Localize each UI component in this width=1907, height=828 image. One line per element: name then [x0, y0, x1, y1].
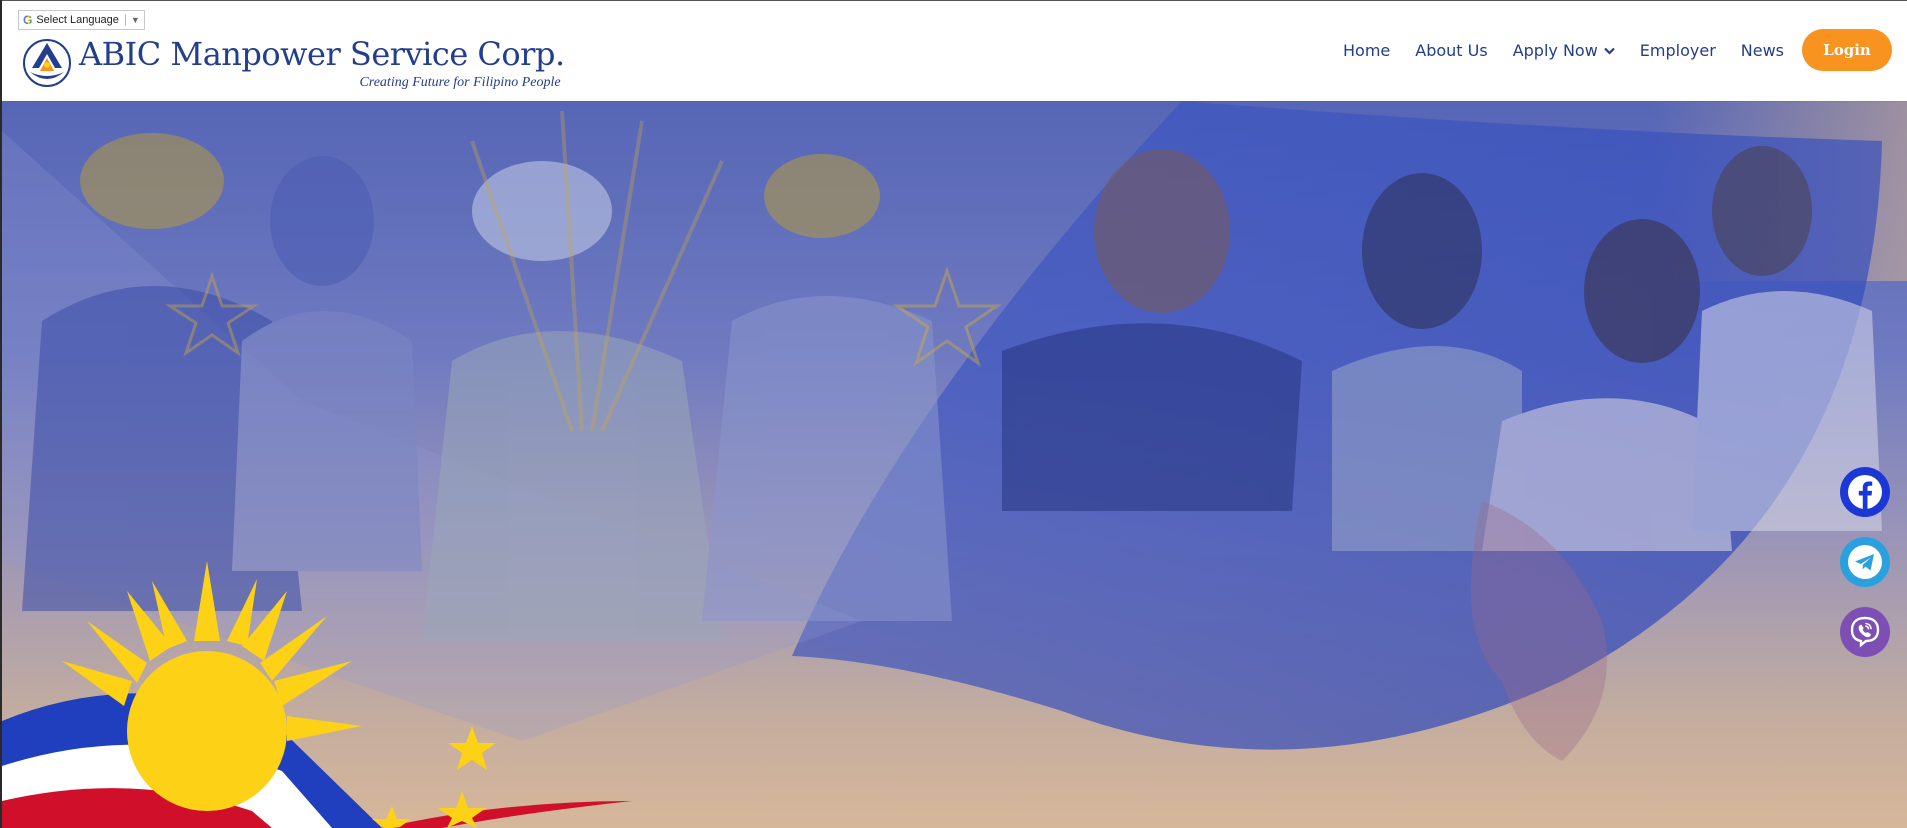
language-selector-divider: [124, 14, 126, 26]
telegram-icon: [1840, 537, 1890, 587]
facebook-icon: [1840, 467, 1890, 517]
nav-news[interactable]: News: [1741, 41, 1784, 60]
hero-banner: [2, 101, 1907, 828]
window-left-border: [0, 0, 2, 828]
brand-tagline: Creating Future for Filipino People: [359, 75, 561, 90]
hero-illustration: [2, 101, 1907, 828]
brand-name: ABIC Manpower Service Corp.: [79, 35, 565, 73]
google-g-icon: G: [23, 13, 33, 27]
brand-link[interactable]: ABIC Manpower Service Corp. Creating Fut…: [22, 35, 565, 91]
login-button[interactable]: Login: [1802, 29, 1892, 71]
telegram-button[interactable]: [1840, 537, 1890, 587]
main-nav: Home About Us Apply Now Employer News: [1343, 30, 1809, 70]
language-selector-label: Select Language: [36, 14, 119, 26]
nav-apply-now[interactable]: Apply Now: [1513, 41, 1615, 60]
nav-about-us[interactable]: About Us: [1415, 41, 1487, 60]
language-selector[interactable]: G Select Language ▼: [18, 10, 145, 30]
chevron-down-icon: ▼: [130, 15, 140, 25]
nav-news-label: News: [1740, 40, 1785, 60]
viber-icon: [1840, 607, 1890, 657]
facebook-button[interactable]: [1840, 467, 1890, 517]
chevron-down-icon: [1604, 47, 1615, 55]
nav-home[interactable]: Home: [1343, 41, 1390, 60]
viber-button[interactable]: [1840, 607, 1890, 657]
nav-about-us-label: About Us: [1415, 40, 1488, 60]
nav-employer[interactable]: Employer: [1640, 41, 1716, 60]
site-header: G Select Language ▼ ABIC Manpower Servic…: [0, 0, 1907, 101]
abic-logo-icon: [23, 39, 71, 87]
nav-employer-label: Employer: [1639, 40, 1716, 60]
window-top-border: [0, 0, 1907, 1]
nav-apply-now-label: Apply Now: [1512, 40, 1598, 60]
nav-home-label: Home: [1343, 40, 1391, 60]
